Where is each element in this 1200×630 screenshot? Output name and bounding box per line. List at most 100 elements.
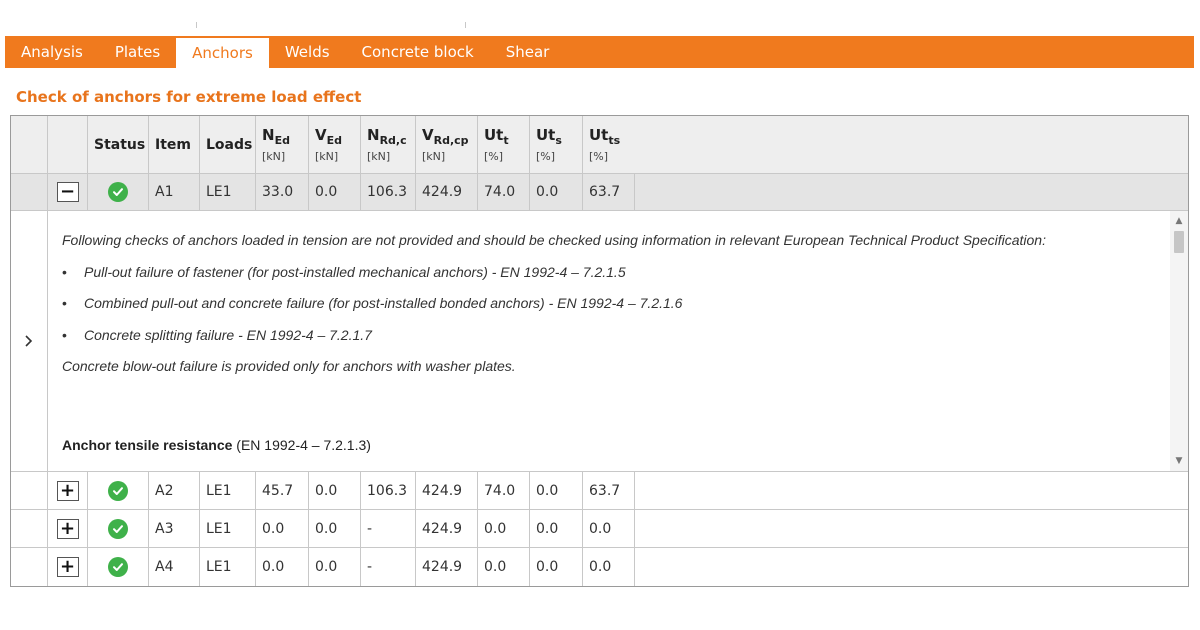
vrdcp-cell: 424.9: [416, 548, 478, 586]
tab-plates[interactable]: Plates: [99, 36, 176, 68]
table-row[interactable]: − A1 LE1 33.0 0.0 106.3 424.9 74.0 0.0 6…: [11, 174, 1188, 211]
anchors-table: Status Item Loads NEd [kN] VEd [kN] NRd,…: [10, 115, 1189, 587]
top-strip: [0, 0, 1200, 34]
ved-cell: 0.0: [309, 548, 361, 586]
loads-cell: LE1: [200, 510, 256, 547]
expand-button[interactable]: +: [56, 557, 79, 577]
ned-cell: 33.0: [256, 174, 309, 210]
utts-cell: 63.7: [583, 174, 635, 210]
item-cell: A3: [149, 510, 200, 547]
tab-bar: Analysis Plates Anchors Welds Concrete b…: [5, 36, 1194, 68]
header-filler: [635, 116, 1188, 173]
header-uts[interactable]: Uts [%]: [530, 116, 583, 173]
ved-cell: 0.0: [309, 174, 361, 210]
nrdc-cell: -: [361, 510, 416, 547]
details-bullet: Concrete splitting failure - EN 1992-4 –…: [62, 320, 1162, 352]
table-header: Status Item Loads NEd [kN] VEd [kN] NRd,…: [11, 116, 1188, 174]
chevron-right-icon[interactable]: [11, 211, 48, 471]
tab-anchors[interactable]: Anchors: [176, 38, 269, 68]
utts-cell: 0.0: [583, 510, 635, 547]
header-toggle: [48, 116, 88, 173]
scroll-thumb[interactable]: [1174, 231, 1184, 253]
vrdcp-cell: 424.9: [416, 510, 478, 547]
tab-welds[interactable]: Welds: [269, 36, 346, 68]
row-expander: [11, 510, 48, 547]
header-item[interactable]: Item: [149, 116, 200, 173]
header-expander: [11, 116, 48, 173]
row-toggle-cell: +: [48, 472, 88, 509]
status-cell: [88, 472, 149, 509]
utts-cell: 63.7: [583, 472, 635, 509]
check-circle-icon: [108, 518, 128, 539]
status-cell: [88, 174, 149, 210]
nrdc-cell: 106.3: [361, 174, 416, 210]
header-ned[interactable]: NEd [kN]: [256, 116, 309, 173]
utt-cell: 0.0: [478, 510, 530, 547]
table-row[interactable]: + A4 LE1 0.0 0.0 - 424.9 0.0 0.0 0.0: [11, 548, 1188, 586]
utt-cell: 74.0: [478, 174, 530, 210]
header-utt[interactable]: Utt [%]: [478, 116, 530, 173]
details-subheading: Anchor tensile resistance (EN 1992-4 – 7…: [62, 437, 371, 453]
row-filler: [635, 548, 1188, 586]
header-nrdc[interactable]: NRd,c [kN]: [361, 116, 416, 173]
header-utts[interactable]: Utts [%]: [583, 116, 635, 173]
check-circle-icon: [108, 480, 128, 501]
row-toggle-cell: +: [48, 510, 88, 547]
table-row[interactable]: + A2 LE1 45.7 0.0 106.3 424.9 74.0 0.0 6…: [11, 472, 1188, 510]
row-filler: [635, 174, 1188, 210]
details-bullet-list: Pull-out failure of fastener (for post-i…: [62, 257, 1162, 352]
vrdcp-cell: 424.9: [416, 472, 478, 509]
details-content: Following checks of anchors loaded in te…: [48, 211, 1188, 471]
utt-cell: 74.0: [478, 472, 530, 509]
details-bullet: Pull-out failure of fastener (for post-i…: [62, 257, 1162, 289]
row-toggle-cell: −: [48, 174, 88, 210]
nrdc-cell: 106.3: [361, 472, 416, 509]
expand-button[interactable]: +: [56, 480, 79, 501]
uts-cell: 0.0: [530, 472, 583, 509]
header-ved[interactable]: VEd [kN]: [309, 116, 361, 173]
check-circle-icon: [108, 182, 128, 202]
uts-cell: 0.0: [530, 548, 583, 586]
section-title: Check of anchors for extreme load effect: [16, 88, 362, 106]
row-filler: [635, 510, 1188, 547]
row-filler: [635, 472, 1188, 509]
row-expander: [11, 548, 48, 586]
uts-cell: 0.0: [530, 174, 583, 210]
table-row[interactable]: + A3 LE1 0.0 0.0 - 424.9 0.0 0.0 0.0: [11, 510, 1188, 548]
check-circle-icon: [108, 557, 128, 577]
utt-cell: 0.0: [478, 548, 530, 586]
top-tick: [196, 22, 197, 28]
row-toggle-cell: +: [48, 548, 88, 586]
scroll-up-icon[interactable]: ▲: [1170, 213, 1188, 229]
details-intro: Following checks of anchors loaded in te…: [62, 232, 1046, 248]
item-cell: A1: [149, 174, 200, 210]
loads-cell: LE1: [200, 472, 256, 509]
nrdc-cell: -: [361, 548, 416, 586]
ved-cell: 0.0: [309, 472, 361, 509]
header-status[interactable]: Status: [88, 116, 149, 173]
loads-cell: LE1: [200, 548, 256, 586]
details-bullet: Combined pull-out and concrete failure (…: [62, 288, 1162, 320]
item-cell: A2: [149, 472, 200, 509]
tab-analysis[interactable]: Analysis: [5, 36, 99, 68]
row-expander: [11, 472, 48, 509]
row-expander: [11, 174, 48, 210]
header-loads[interactable]: Loads: [200, 116, 256, 173]
scroll-down-icon[interactable]: ▼: [1170, 453, 1188, 469]
ved-cell: 0.0: [309, 510, 361, 547]
tab-concrete-block[interactable]: Concrete block: [346, 36, 490, 68]
item-cell: A4: [149, 548, 200, 586]
utts-cell: 0.0: [583, 548, 635, 586]
header-vrdcp[interactable]: VRd,cp [kN]: [416, 116, 478, 173]
loads-cell: LE1: [200, 174, 256, 210]
status-cell: [88, 548, 149, 586]
ned-cell: 0.0: [256, 548, 309, 586]
collapse-button[interactable]: −: [56, 182, 79, 202]
uts-cell: 0.0: [530, 510, 583, 547]
row-details-panel: Following checks of anchors loaded in te…: [11, 211, 1188, 472]
expand-button[interactable]: +: [56, 518, 79, 539]
details-scrollbar[interactable]: ▲ ▼: [1170, 211, 1188, 471]
details-text: Following checks of anchors loaded in te…: [62, 225, 1162, 383]
top-tick: [465, 22, 466, 28]
tab-shear[interactable]: Shear: [490, 36, 566, 68]
